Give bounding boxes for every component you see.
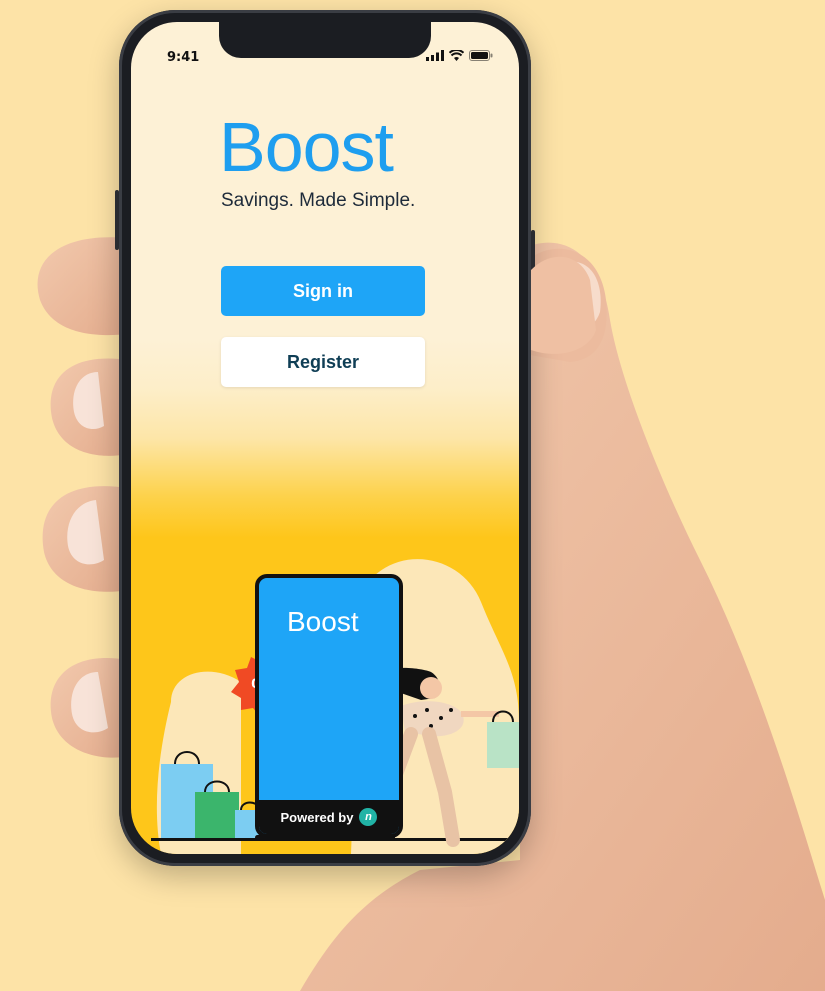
status-icons [426,50,493,61]
wifi-icon [449,50,464,61]
illustration-phone: Boost Powered by n [255,574,403,838]
volume-button [115,190,119,250]
signal-icon [426,50,444,61]
phone-screen: 9:41 Boost Savings. Made Simple. Sign in [131,22,519,854]
phone-frame: 9:41 Boost Savings. Made Simple. Sign in [115,10,535,866]
illustration-phone-logo: Boost [287,606,359,637]
powered-by-label: Powered by [280,809,354,825]
status-time: 9:41 [167,50,200,65]
app-tagline: Savings. Made Simple. [221,190,416,211]
power-button [531,230,535,320]
partner-logo-icon: n [359,808,378,826]
notch [219,22,431,58]
powered-by-banner: Powered by n [259,800,399,834]
app-logo: Boost [219,108,394,186]
sign-in-button[interactable]: Sign in [221,266,425,316]
register-button[interactable]: Register [221,337,425,387]
home-indicator[interactable] [255,835,395,840]
battery-icon [469,50,493,61]
